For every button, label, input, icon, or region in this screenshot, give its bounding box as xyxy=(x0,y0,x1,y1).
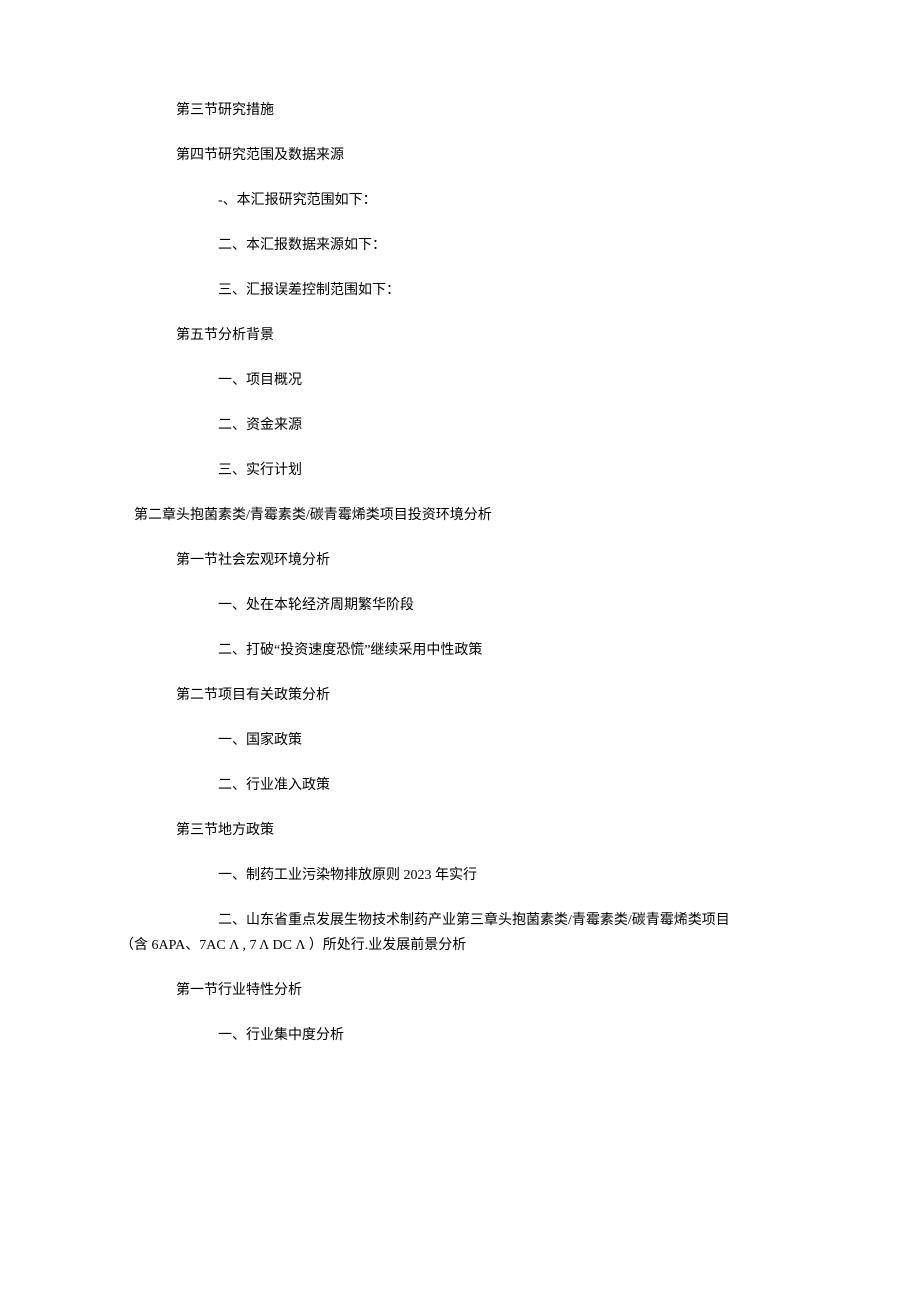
toc-item: 二、打破“投资速度恐慌”继续采用中性政策 xyxy=(120,640,800,661)
toc-section: 第三节研究措施 xyxy=(120,100,800,121)
toc-item: 一、国家政策 xyxy=(120,730,800,751)
toc-section: 第一节社会宏观环境分析 xyxy=(120,550,800,571)
toc-item: 一、项目概况 xyxy=(120,370,800,391)
toc-item: 一、行业集中度分析 xyxy=(120,1025,800,1046)
toc-item: 二、资金来源 xyxy=(120,415,800,436)
toc-item: 一、处在本轮经济周期繁华阶段 xyxy=(120,595,800,616)
toc-section: 第五节分析背景 xyxy=(120,325,800,346)
toc-item: -、本汇报研究范围如下： xyxy=(120,190,800,211)
toc-section: 第一节行业特性分析 xyxy=(120,980,800,1001)
toc-section: 第二节项目有关政策分析 xyxy=(120,685,800,706)
toc-item: 三、实行计划 xyxy=(120,460,800,481)
toc-section: 第四节研究范围及数据来源 xyxy=(120,145,800,166)
toc-item: 二、山东省重点发展生物技术制药产业第三章头抱菌素类/青霉素类/碳青霉烯类项目 xyxy=(120,910,800,931)
toc-item: 三、汇报误差控制范围如下： xyxy=(120,280,800,301)
toc-chapter: 第二章头抱菌素类/青霉素类/碳青霉烯类项目投资环境分析 xyxy=(120,505,800,526)
toc-item: 一、制药工业污染物排放原则 2023 年实行 xyxy=(120,865,800,886)
document-page: 第三节研究措施 第四节研究范围及数据来源 -、本汇报研究范围如下： 二、本汇报数… xyxy=(0,0,920,1301)
toc-item: 二、本汇报数据来源如下： xyxy=(120,235,800,256)
toc-item-continuation: （含 6APA、7AC Λ , 7 Λ DC Λ ）所处行.业发展前景分析 xyxy=(120,935,800,956)
toc-item: 二、行业准入政策 xyxy=(120,775,800,796)
toc-section: 第三节地方政策 xyxy=(120,820,800,841)
